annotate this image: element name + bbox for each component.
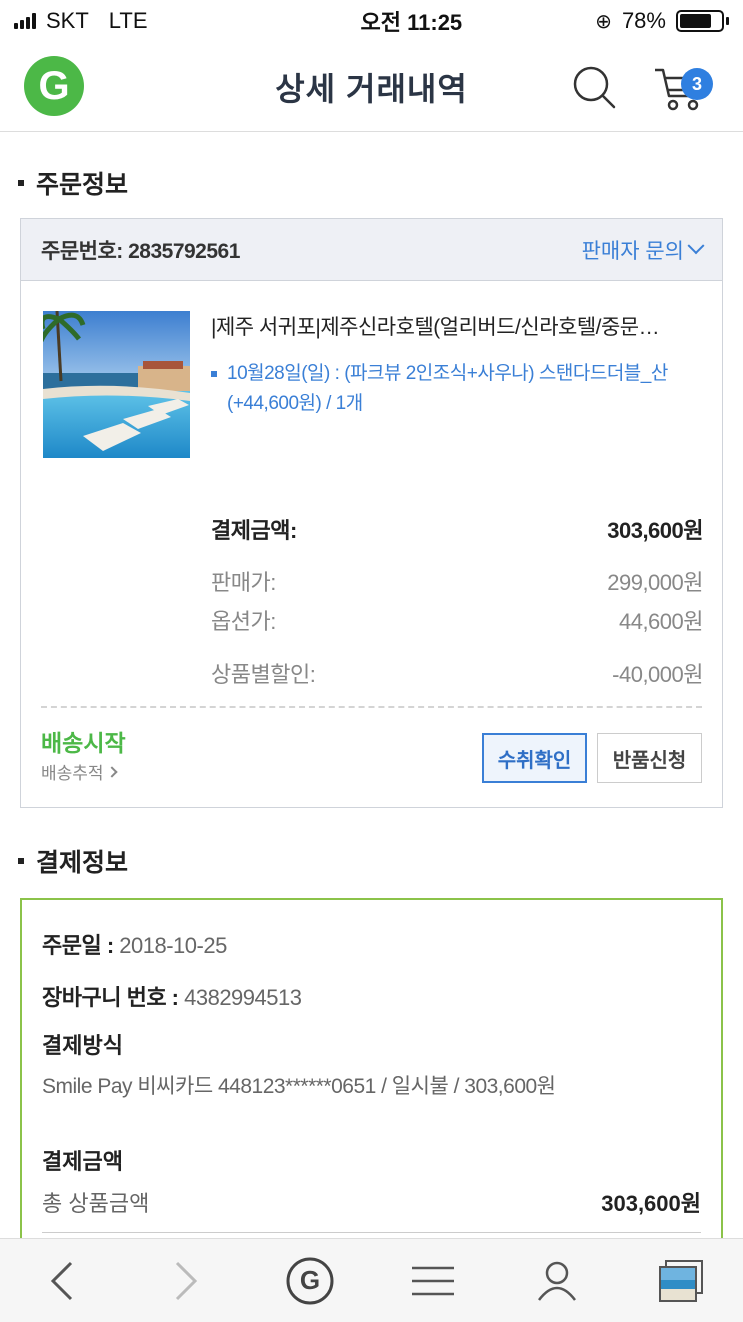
bullet-icon bbox=[18, 180, 24, 186]
cart-count-badge: 3 bbox=[681, 68, 713, 100]
total-product-label: 총 상품금액 bbox=[42, 1191, 150, 1216]
signal-icon bbox=[14, 13, 36, 29]
discount-label: 상품별할인: bbox=[211, 662, 316, 687]
product-title[interactable]: |제주 서귀포|제주신라호텔(얼리버드/신라호텔/중문… bbox=[211, 311, 711, 341]
shipping-track-link[interactable]: 배송추적 bbox=[41, 759, 118, 784]
product-thumbnail[interactable] bbox=[43, 311, 190, 458]
total-product-row: 총 상품금액 303,600원 bbox=[42, 1186, 701, 1218]
status-left: SKT LTE bbox=[14, 8, 148, 34]
chevron-down-icon bbox=[687, 236, 705, 254]
shipping-track-label: 배송추적 bbox=[41, 764, 104, 783]
discount-row: 상품별할인: -40,000원 bbox=[211, 657, 703, 689]
order-info-heading: 주문정보 bbox=[0, 165, 146, 201]
option-price-value: 44,600원 bbox=[618, 609, 704, 634]
option-price-row: 옵션가: 44,600원 bbox=[211, 604, 704, 636]
sale-price-value: 299,000원 bbox=[607, 570, 703, 595]
menu-icon[interactable] bbox=[393, 1246, 473, 1316]
svg-text:G: G bbox=[299, 1265, 319, 1295]
network: LTE bbox=[108, 8, 148, 33]
page-title: 상세 거래내역 bbox=[275, 70, 468, 107]
product-option: 10월28일(일) : (파크뷰 2인조식+사우나) 스탠다드더블_산 (+44… bbox=[211, 359, 703, 419]
battery-percent: 78% bbox=[621, 8, 666, 33]
payment-amount-label: 결제금액 bbox=[42, 1149, 123, 1174]
seller-inquiry-button[interactable]: 판매자 문의 bbox=[581, 235, 705, 265]
seller-inquiry-label: 판매자 문의 bbox=[581, 239, 684, 263]
home-g-icon[interactable]: G bbox=[270, 1246, 350, 1316]
payment-method-label: 결제방식 bbox=[42, 1033, 123, 1058]
search-icon[interactable] bbox=[571, 64, 617, 110]
total-price-row: 결제금액: 303,600원 bbox=[211, 513, 703, 545]
rotation-lock-icon: ⊕ bbox=[595, 10, 612, 33]
shipping-status: 배송시작 bbox=[41, 730, 126, 756]
order-date-label: 주문일 : bbox=[42, 933, 120, 958]
gmarket-logo[interactable]: G bbox=[24, 56, 84, 116]
return-request-button[interactable]: 반품신청 bbox=[597, 733, 702, 783]
back-icon[interactable] bbox=[22, 1246, 102, 1316]
clock: 오전 11:25 bbox=[360, 10, 463, 35]
order-card: 주문번호: 2835792561 판매자 문의 |제주 서귀포|제주신라호텔(얼… bbox=[20, 218, 723, 808]
status-right: ⊕ 78% bbox=[595, 8, 729, 34]
cart-number-value: 4382994513 bbox=[184, 985, 302, 1010]
dashed-divider bbox=[41, 706, 702, 708]
cart-number-label: 장바구니 번호 : bbox=[42, 985, 185, 1010]
bullet-icon bbox=[18, 858, 24, 864]
total-price-value: 303,600원 bbox=[607, 518, 703, 543]
payment-info-heading: 결제정보 bbox=[0, 843, 146, 879]
order-card-header: 주문번호: 2835792561 판매자 문의 bbox=[21, 219, 722, 281]
total-product-value: 303,600원 bbox=[601, 1191, 701, 1216]
option-price-label: 옵션가: bbox=[211, 609, 276, 634]
order-info-title: 주문정보 bbox=[36, 171, 129, 199]
discount-value: -40,000원 bbox=[612, 662, 703, 687]
payment-method-value: Smile Pay 비씨카드 448123******0651 / 일시불 / … bbox=[42, 1075, 556, 1098]
payment-divider bbox=[42, 1232, 701, 1233]
order-date-value: 2018-10-25 bbox=[119, 933, 227, 958]
battery-icon bbox=[675, 10, 729, 32]
order-date-line: 주문일 : 2018-10-25 bbox=[42, 928, 227, 960]
sale-price-row: 판매가: 299,000원 bbox=[211, 565, 703, 597]
payment-info-title: 결제정보 bbox=[36, 849, 129, 877]
tabs-icon[interactable] bbox=[641, 1246, 721, 1316]
sale-price-label: 판매가: bbox=[211, 570, 276, 595]
status-bar: SKT LTE 오전 11:25 ⊕ 78% bbox=[0, 0, 743, 42]
receive-confirm-button[interactable]: 수취확인 bbox=[482, 733, 587, 783]
total-price-label: 결제금액: bbox=[211, 518, 297, 543]
cart-number-line: 장바구니 번호 : 4382994513 bbox=[42, 980, 302, 1012]
app-header: G 상세 거래내역 3 bbox=[0, 42, 743, 132]
profile-icon[interactable] bbox=[517, 1246, 597, 1316]
bottom-nav: G bbox=[0, 1238, 743, 1322]
payment-card: 주문일 : 2018-10-25 장바구니 번호 : 4382994513 결제… bbox=[20, 898, 723, 1258]
carrier: SKT bbox=[46, 8, 89, 33]
forward-icon[interactable] bbox=[146, 1246, 226, 1316]
chevron-right-icon bbox=[105, 765, 118, 778]
order-number: 주문번호: 2835792561 bbox=[41, 239, 240, 263]
